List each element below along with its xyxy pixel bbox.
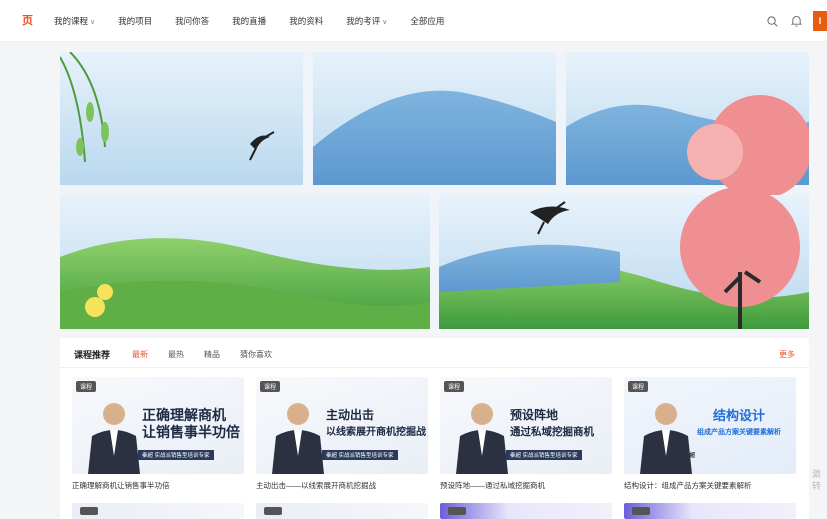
course-title[interactable]: 结构设计：组成产品方案关键要素解析 (624, 480, 796, 491)
activation-watermark: 激转 (812, 469, 822, 491)
nav-my-projects[interactable]: 我的项目 (118, 15, 152, 27)
tab-latest[interactable]: 最新 (132, 349, 148, 360)
course-thumbnail[interactable]: 课程 预设阵地 通过私域挖掘商机 秦超 实战派销售型培训专家 (440, 377, 612, 474)
course-badge: 课程 (628, 381, 649, 392)
course-card-partial[interactable] (624, 503, 796, 519)
app-logo[interactable]: 页 (22, 12, 33, 28)
course-thumbnail[interactable]: 课程 结构设计 组成产品方案关键要素解析 秦超 (624, 377, 796, 474)
course-title[interactable]: 预设阵地——通过私域挖掘商机 (440, 480, 612, 491)
hero-banner[interactable] (60, 52, 809, 329)
more-link[interactable]: 更多 (779, 349, 795, 360)
instructor-tag: 秦超 实战派销售型培训专家 (138, 450, 214, 460)
tab-premium[interactable]: 精品 (204, 349, 220, 360)
course-card[interactable]: 课程 正确理解商机 让销售事半功倍 秦超 实战派销售型培训专家 正确理解商机让销售… (72, 377, 244, 491)
nav-all-apps[interactable]: 全部应用 (410, 15, 444, 27)
nav-qa[interactable]: 我问你答 (175, 15, 209, 27)
course-thumbnail[interactable]: 课程 主动出击 以线索展开商机挖掘战 秦超 实战派销售型培训专家 (256, 377, 428, 474)
course-headline: 主动出击 以线索展开商机挖掘战 (326, 408, 426, 438)
instructor-tag: 秦超 (684, 453, 696, 459)
instructor-photo (640, 403, 692, 474)
course-badge: 课程 (76, 381, 97, 392)
course-badge: 课程 (260, 381, 281, 392)
course-badge: 课程 (444, 381, 465, 392)
nav-my-materials[interactable]: 我的资料 (289, 15, 323, 27)
avatar[interactable]: I (813, 11, 827, 31)
tab-hottest[interactable]: 最热 (168, 349, 184, 360)
main-nav: 我的课程 ∨ 我的项目 我问你答 我的直播 我的资料 我的考评 ∨ 全部应用 (54, 15, 467, 27)
instructor-photo (88, 403, 140, 474)
course-card-partial[interactable] (72, 503, 244, 519)
course-card-list: 课程 正确理解商机 让销售事半功倍 秦超 实战派销售型培训专家 正确理解商机让销售… (72, 377, 808, 491)
spring-illustration (60, 52, 809, 329)
instructor-tag: 秦超 实战派销售型培训专家 (322, 450, 398, 460)
course-card[interactable]: 课程 预设阵地 通过私域挖掘商机 秦超 实战派销售型培训专家 预设阵地——通过私域… (440, 377, 612, 491)
search-icon[interactable] (765, 14, 779, 28)
course-recommendations: 课程推荐 最新 最热 精品 猜你喜欢 更多 课程 正确理解商机 让销售事半功倍 秦… (60, 338, 809, 519)
course-card[interactable]: 课程 主动出击 以线索展开商机挖掘战 秦超 实战派销售型培训专家 主动出击——以线… (256, 377, 428, 491)
tab-guess-you-like[interactable]: 猜你喜欢 (240, 349, 272, 360)
course-title[interactable]: 主动出击——以线索展开商机挖掘战 (256, 480, 428, 491)
instructor-tag: 秦超 实战派销售型培训专家 (506, 450, 582, 460)
course-card-partial[interactable] (440, 503, 612, 519)
instructor-photo (456, 403, 508, 474)
nav-my-live[interactable]: 我的直播 (232, 15, 266, 27)
chevron-down-icon: ∨ (382, 19, 388, 26)
course-thumbnail[interactable]: 课程 正确理解商机 让销售事半功倍 秦超 实战派销售型培训专家 (72, 377, 244, 474)
bell-icon[interactable] (789, 14, 803, 28)
top-navigation-bar: 页 我的课程 ∨ 我的项目 我问你答 我的直播 我的资料 我的考评 ∨ 全部应用 I (0, 0, 827, 42)
chevron-down-icon: ∨ (90, 19, 96, 26)
instructor-photo (272, 403, 324, 474)
nav-my-courses[interactable]: 我的课程 ∨ (54, 15, 95, 27)
course-card[interactable]: 课程 结构设计 组成产品方案关键要素解析 秦超 结构设计：组成产品方案关键要素解析 (624, 377, 796, 491)
course-title[interactable]: 正确理解商机让销售事半功倍 (72, 480, 244, 491)
header-actions: I (765, 0, 827, 42)
course-headline: 结构设计 组成产品方案关键要素解析 (697, 408, 781, 436)
section-header: 课程推荐 最新 最热 精品 猜你喜欢 更多 (60, 338, 809, 368)
course-headline: 正确理解商机 让销售事半功倍 (142, 407, 240, 440)
course-card-partial[interactable] (256, 503, 428, 519)
course-card-row-2 (72, 503, 808, 519)
course-headline: 预设阵地 通过私域挖掘商机 (510, 408, 594, 438)
nav-my-exams[interactable]: 我的考评 ∨ (346, 15, 387, 27)
section-tabs: 最新 最热 精品 猜你喜欢 (132, 349, 292, 360)
section-title: 课程推荐 (74, 350, 111, 360)
